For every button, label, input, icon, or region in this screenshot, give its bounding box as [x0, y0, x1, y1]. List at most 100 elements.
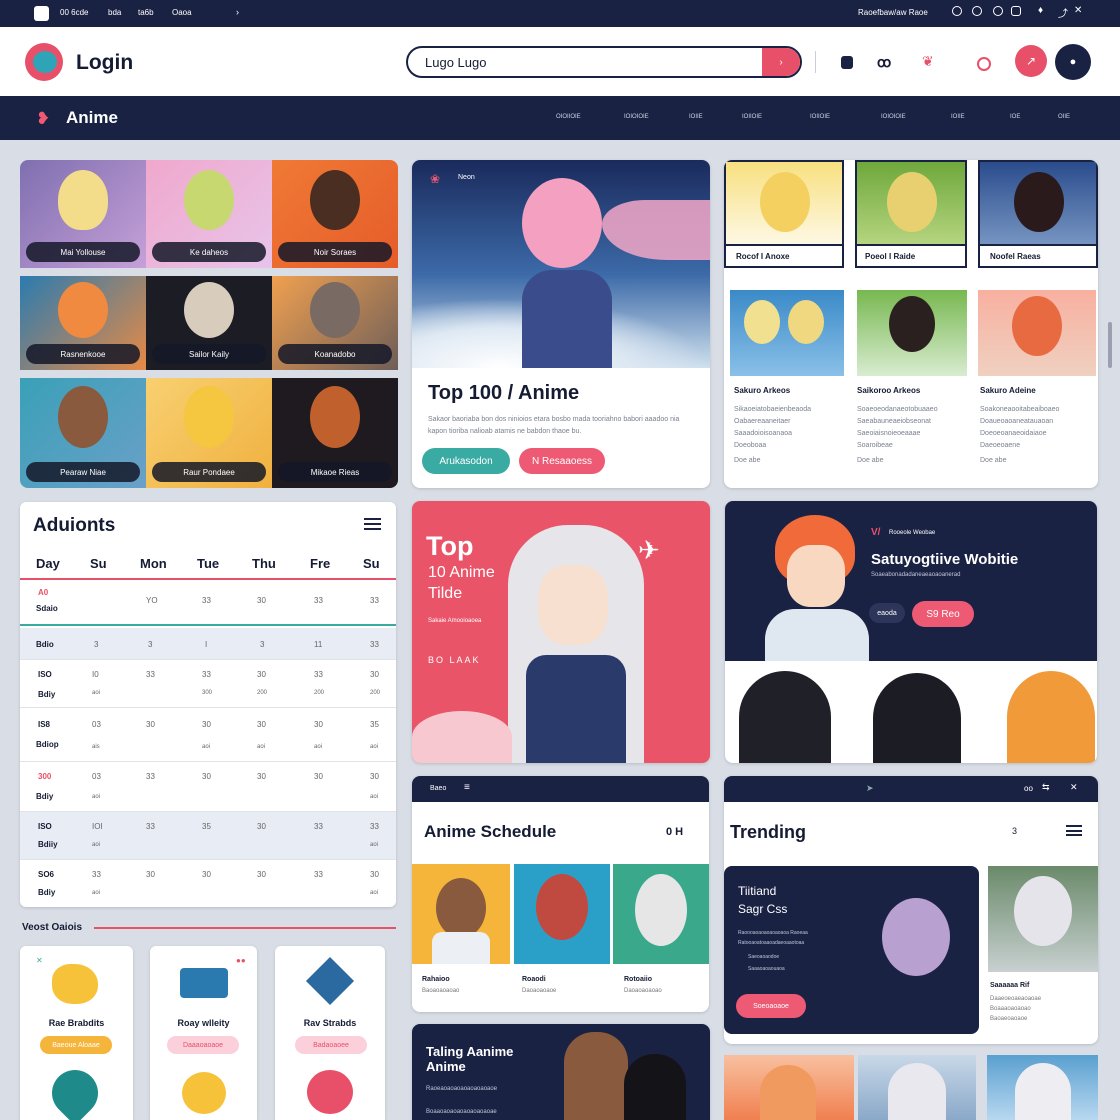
schedule-item[interactable]	[514, 864, 610, 964]
nav-item[interactable]: OIOIIOIE	[556, 114, 581, 120]
calendar-row[interactable]: 300 Bdiy 03 33 30 30 30 30 aoi aoi	[20, 762, 396, 812]
logo-icon[interactable]	[25, 43, 63, 81]
search-button[interactable]: ›	[762, 48, 800, 76]
cast-image[interactable]	[857, 290, 967, 376]
cast-portrait[interactable]: Poeol I Raide	[855, 160, 967, 268]
nav-item[interactable]: IOIOIOIE	[881, 114, 906, 120]
row-label: ISO	[38, 822, 52, 831]
character-face[interactable]	[873, 673, 961, 763]
vest-button[interactable]: Baeoue Aloaae	[40, 1036, 112, 1054]
nav-item[interactable]: OIIE	[1058, 114, 1070, 120]
menu-icon[interactable]: ≡	[464, 782, 470, 793]
character-tile[interactable]: Koanadobo	[272, 276, 398, 370]
website-button[interactable]: S9 Reo	[912, 601, 974, 627]
close-icon[interactable]: ✕	[1070, 782, 1078, 793]
cast-image[interactable]	[730, 290, 844, 376]
bell-icon[interactable]: ●●	[236, 956, 246, 965]
nav-item[interactable]: IOIIOIE	[742, 114, 762, 120]
poster-card[interactable]: Top 10 Anime Tilde Sakaie Amooioaoea BO …	[412, 501, 710, 763]
calendar-card: Aduionts Day Su Mon Tue Thu Fre Su A0 Sd…	[20, 502, 396, 907]
menu-icon[interactable]	[364, 518, 381, 530]
top-link-2[interactable]: bda	[108, 8, 121, 17]
brand-icon: V/	[871, 527, 881, 538]
trending-side-image[interactable]	[988, 866, 1098, 972]
trending-feature[interactable]: Tiitiand Sagr Css Raoooaoaoaoaoaoaoa Rao…	[724, 866, 979, 1034]
nav-item[interactable]: IOIOIOIE	[624, 114, 649, 120]
website-link[interactable]: eaoda	[869, 603, 905, 623]
trending-button[interactable]: Soeoaoaoe	[736, 994, 806, 1018]
close-icon[interactable]: ✕	[36, 956, 43, 965]
cast-portrait[interactable]: Rocof I Anoxe	[724, 160, 844, 268]
calendar-row[interactable]: SO6 Bdiy 33 30 30 30 33 30 aoi aoi	[20, 860, 396, 907]
share-icon[interactable]: ⤴	[1058, 5, 1068, 20]
cast-image[interactable]	[978, 290, 1096, 376]
calendar-row[interactable]: ISO Bdiy I0 33 33 30 33 30 aoi 300 200 2…	[20, 660, 396, 708]
nav-item[interactable]: IOIIE	[689, 114, 703, 120]
trending-thumb[interactable]	[858, 1055, 976, 1120]
search-input[interactable]: Lugo Lugo	[425, 55, 486, 70]
settings-icon[interactable]	[1011, 6, 1021, 16]
share-icon[interactable]: ⇆	[1042, 782, 1050, 793]
trending-count: 3	[1012, 826, 1018, 836]
trending-thumb[interactable]	[724, 1055, 854, 1120]
menu-icon[interactable]	[1066, 825, 1082, 836]
character-tile[interactable]: Sailor Kaily	[146, 276, 272, 370]
character-tile[interactable]: Pearaw Niae	[20, 378, 146, 488]
account-button[interactable]: ●	[1055, 44, 1091, 80]
game-icon[interactable]: ꝏ	[877, 54, 891, 71]
vest-card[interactable]: ●● Roay wlleity Daaaoaoaoe	[150, 946, 257, 1120]
close-icon[interactable]: ✕	[1074, 5, 1082, 16]
vest-button[interactable]: Daaaoaoaoe	[167, 1036, 239, 1054]
notification-button[interactable]: ↗	[1015, 45, 1047, 77]
calendar-row[interactable]: IS8 Bdiop 03 30 30 30 30 35 ais aoi aoi …	[20, 708, 396, 762]
vest-card[interactable]: ✕ Rae Brabdits Baeoue Aloaae	[20, 946, 133, 1120]
cart-icon[interactable]	[841, 56, 853, 69]
bell-icon[interactable]: ♦	[1038, 5, 1043, 16]
nav-brand[interactable]: Anime	[66, 108, 118, 128]
character-tile[interactable]: Mikaoe Rieas	[272, 378, 398, 488]
calendar-col-header: Fre	[310, 556, 331, 571]
nav-item[interactable]: IOIIOIE	[810, 114, 830, 120]
calendar-row[interactable]: Bdio 3 3 I 3 11 33	[20, 628, 396, 660]
schedule-item[interactable]	[412, 864, 510, 964]
anime-logo-icon[interactable]: ❥	[36, 109, 50, 129]
character-tile[interactable]: Noir Soraes	[272, 160, 398, 268]
nav-item[interactable]: IOE	[1010, 114, 1020, 120]
top-link-1[interactable]: 00 6cde	[60, 8, 88, 17]
hero-secondary-button[interactable]: N Resaaoess	[519, 448, 605, 474]
nav-item[interactable]: IOIIE	[951, 114, 965, 120]
calendar-row[interactable]: A0 Sdaio YO 33 30 33 33	[20, 582, 396, 626]
app-icon[interactable]	[34, 6, 49, 21]
character-tile[interactable]: Rasnenkooe	[20, 276, 146, 370]
tailing-card[interactable]: Taling Aanime Anime Raoeaoaoaoaoaoaoaoao…	[412, 1024, 710, 1120]
help-icon[interactable]	[993, 6, 1003, 16]
vest-card[interactable]: Rav Strabds Badaoaoee	[275, 946, 385, 1120]
top-link-4[interactable]: Oaoa	[172, 8, 192, 17]
character-tile[interactable]: Raur Pondaee	[146, 378, 272, 488]
top-right-text[interactable]: Raoefbaw/aw Raoe	[858, 8, 928, 17]
trending-thumb[interactable]	[987, 1055, 1098, 1120]
character-face[interactable]	[1007, 671, 1095, 763]
calendar-row[interactable]: ISO Bdiiy IOI 33 35 30 33 33 aoi aoi	[20, 812, 396, 860]
cell-sub: aoi	[202, 744, 211, 750]
top-link-3[interactable]: ta6b	[138, 8, 154, 17]
location-icon[interactable]	[977, 57, 991, 71]
schedule-icons[interactable]: 0 H	[666, 826, 683, 838]
hero-image[interactable]: ❀ Neon	[412, 160, 710, 368]
row-sublabel: Bdiiy	[38, 840, 58, 849]
search-bar[interactable]: Lugo Lugo ›	[406, 46, 802, 78]
vest-button[interactable]: Badaoaoee	[295, 1036, 367, 1054]
globe-icon[interactable]	[952, 6, 962, 16]
heart-icon[interactable]: ❦	[922, 53, 934, 70]
website-character[interactable]	[765, 515, 869, 661]
character-tile[interactable]: Mai Yollouse	[20, 160, 146, 268]
character-face[interactable]	[739, 671, 831, 763]
chevron-down-icon[interactable]: ›	[236, 7, 239, 17]
schedule-item[interactable]	[613, 864, 709, 964]
trending-side-line: Baoaeoaoaoe	[990, 1016, 1028, 1022]
character-tile[interactable]: Ke daheos	[146, 160, 272, 268]
user-icon[interactable]	[972, 6, 982, 16]
scrollbar[interactable]	[1108, 322, 1112, 368]
cast-portrait[interactable]: Noofel Raeas	[978, 160, 1098, 268]
hero-primary-button[interactable]: Arukasodon	[422, 448, 510, 474]
